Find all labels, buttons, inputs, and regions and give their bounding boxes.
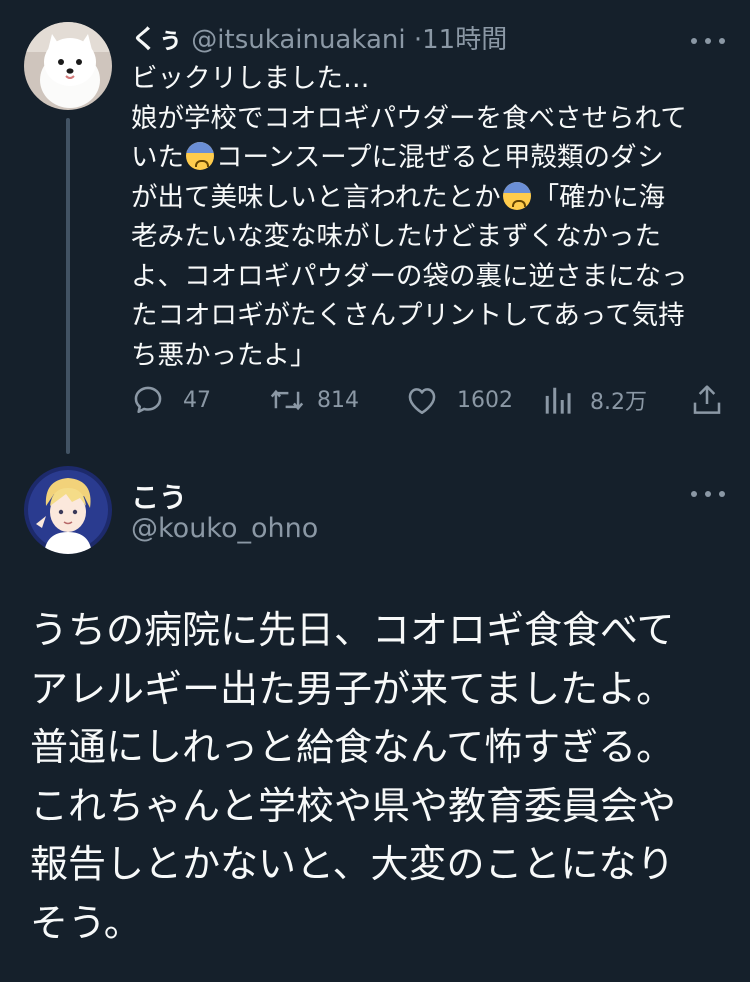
parent-action-bar: 47 814 1602 8.2万: [131, 378, 721, 422]
reply-handle[interactable]: @kouko_ohno: [131, 513, 318, 544]
parent-line-3a: いた: [131, 142, 184, 173]
reply-line-6: そう。: [30, 900, 142, 945]
retweet-count: 814: [317, 387, 359, 413]
parent-line-5: 老みたいな変な味がしたけどまずくなかった: [131, 221, 661, 252]
reply-bubble-icon: [134, 386, 162, 414]
parent-avatar[interactable]: [24, 22, 112, 110]
views-chart-icon: [545, 387, 571, 414]
reply-line-1: うちの病院に先日、コオロギ食食べて: [30, 608, 675, 652]
retweet-icon: [270, 389, 304, 411]
reply-display-name[interactable]: こう: [131, 476, 187, 516]
view-count: 8.2万: [590, 390, 647, 415]
parent-line-4a: が出て美味しいと言われたとか: [131, 181, 501, 213]
parent-line-6: よ、コオロギパウダーの袋の裏に逆さまになっ: [131, 260, 688, 292]
anxious-face-emoji-icon: [502, 181, 531, 210]
parent-line-4b: 「確かに海: [532, 181, 666, 213]
reply-line-5: 報告しとかないと、大変のことになり: [30, 842, 675, 886]
reply-line-3: 普通にしれっと給食なんて怖すぎる。: [30, 725, 675, 769]
parent-more-options-icon[interactable]: [691, 36, 725, 46]
parent-line-2: 娘が学校でコオロギパウダーを食べさせられて: [131, 102, 687, 134]
parent-line-4: が出て美味しいと言われたとか 「確かに海: [131, 178, 731, 218]
views-button[interactable]: 8.2万: [544, 378, 647, 422]
reply-more-options-icon[interactable]: [691, 489, 725, 499]
parent-line-3: いた コーンスープに混ぜると甲殻類のダシ: [131, 138, 731, 178]
reply-avatar[interactable]: [24, 466, 112, 554]
parent-line-3b: コーンスープに混ぜると甲殻類のダシ: [216, 142, 664, 173]
reply-count: 47: [183, 387, 211, 413]
heart-icon: [408, 388, 436, 415]
anxious-face-emoji-icon: [186, 142, 214, 170]
parent-handle[interactable]: @itsukainuakani: [191, 25, 405, 55]
like-count: 1602: [457, 387, 513, 413]
share-button[interactable]: [692, 378, 722, 422]
reply-button[interactable]: 47: [131, 378, 211, 422]
like-button[interactable]: 1602: [405, 378, 513, 422]
reply-tweet-text: うちの病院に先日、コオロギ食食べて アレルギー出た男子が来てましたよ。 普通にし…: [30, 601, 740, 952]
share-icon: [693, 385, 721, 414]
header-separator: ·: [413, 25, 423, 55]
reply-line-4: これちゃんと学校や県や教育委員会や: [30, 783, 677, 828]
reply-line-2: アレルギー出た男子が来てましたよ。: [30, 666, 675, 711]
parent-line-7: たコオロギがたくさんプリントしてあって気持: [131, 300, 685, 331]
retweet-button[interactable]: 814: [269, 378, 359, 422]
parent-line-8: ち悪かったよ」: [131, 339, 317, 371]
parent-tweet-text: ビックリしました… 娘が学校でコオロギパウダーを食べさせられて いた コーンスープ…: [131, 59, 731, 375]
parent-timestamp[interactable]: 11時間: [422, 25, 507, 55]
parent-line-1: ビックリしました…: [131, 63, 370, 94]
parent-display-name[interactable]: くぅ: [131, 25, 183, 55]
parent-tweet-header: くぅ @itsukainuakani ·11時間: [131, 22, 691, 58]
thread-connector-line: [66, 118, 70, 454]
